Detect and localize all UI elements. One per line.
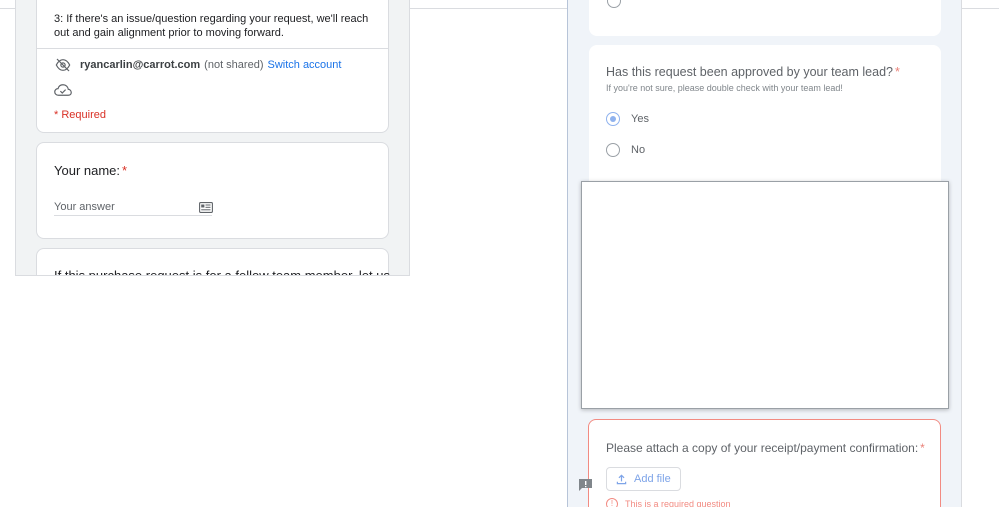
radio-option-label: No <box>631 144 646 156</box>
approval-question-text: Has this request been approved by your t… <box>606 65 893 79</box>
required-error-text: This is a required question <box>625 499 731 507</box>
radio-option-yes[interactable]: Yes <box>606 112 649 126</box>
attach-receipt-question-card: Please attach a copy of your receipt/pay… <box>588 419 941 507</box>
required-star: * <box>122 163 128 178</box>
approval-help-text: If you're not sure, please double check … <box>606 83 843 93</box>
report-feedback-icon[interactable] <box>578 478 593 492</box>
fellow-member-question-text: If this purchase request is for a fellow… <box>54 268 390 276</box>
form-intro-card: 3: If there's an issue/question regardin… <box>36 0 389 133</box>
left-form-panel: 3: If there's an issue/question regardin… <box>15 0 410 276</box>
upload-icon <box>616 473 627 484</box>
approval-question-card: Has this request been approved by your t… <box>589 45 941 195</box>
radio-button-selected[interactable] <box>606 112 620 126</box>
required-note: * Required <box>54 109 106 121</box>
radio-option[interactable] <box>607 0 621 8</box>
approval-question-title: Has this request been approved by your t… <box>606 65 900 79</box>
radio-option-no[interactable]: No <box>606 143 645 157</box>
fellow-member-question-card: If this purchase request is for a fellow… <box>36 248 390 276</box>
eye-off-icon <box>55 58 71 72</box>
account-row: ryancarlin@carrot.com (not shared) Switc… <box>54 57 384 73</box>
add-file-label: Add file <box>634 473 671 485</box>
autofill-card-icon[interactable] <box>199 202 213 213</box>
blank-popup-overlay <box>581 181 949 409</box>
name-question-text: Your name: <box>54 163 121 178</box>
right-form-panel: Has this request been approved by your t… <box>567 0 962 507</box>
intro-divider <box>37 48 388 49</box>
required-star: * <box>920 441 925 455</box>
required-star: * <box>894 65 900 79</box>
cloud-icon <box>54 84 72 96</box>
intro-text: 3: If there's an issue/question regardin… <box>54 13 369 39</box>
add-file-button[interactable]: Add file <box>606 467 681 491</box>
required-error: ! This is a required question <box>606 498 731 507</box>
attach-question-title: Please attach a copy of your receipt/pay… <box>606 441 925 455</box>
name-input[interactable] <box>54 199 212 216</box>
radio-button[interactable] <box>606 143 620 157</box>
switch-account-link[interactable]: Switch account <box>267 59 341 71</box>
attach-question-text: Please attach a copy of your receipt/pay… <box>606 441 919 455</box>
account-email: ryancarlin@carrot.com <box>80 59 201 71</box>
previous-question-card <box>589 0 941 36</box>
account-shared-note: (not shared) <box>204 59 264 71</box>
radio-option-label: Yes <box>631 113 649 125</box>
name-question-card: Your name: * <box>36 142 389 239</box>
error-icon: ! <box>606 498 618 507</box>
name-question-label: Your name: * <box>54 163 127 178</box>
